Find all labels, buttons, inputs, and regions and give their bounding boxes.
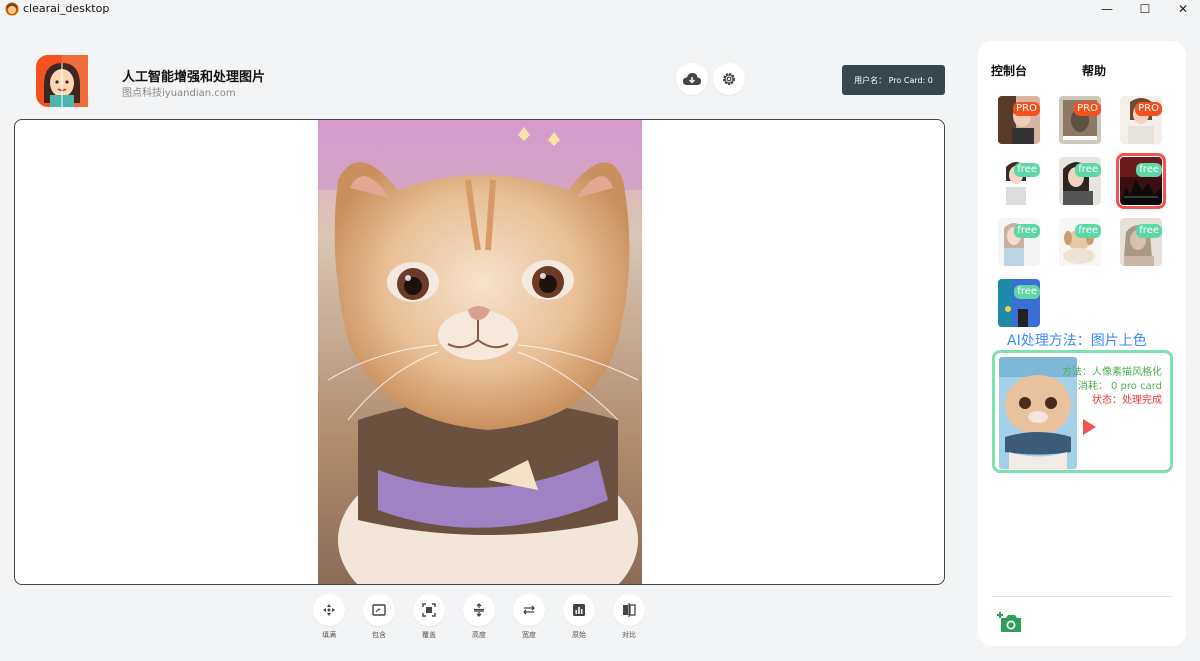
model-thumb-10[interactable]: free (998, 279, 1040, 327)
user-badge[interactable]: 用户名： Pro Card: 0 (842, 65, 945, 95)
free-badge: free (1136, 224, 1162, 238)
tool-width-label: 宽度 (522, 631, 536, 639)
tool-contain-label: 包含 (372, 631, 386, 639)
model-thumb-3[interactable]: PRO (1120, 96, 1162, 144)
free-badge: free (1014, 163, 1040, 177)
app-name: 人工智能增强和处理图片 (122, 70, 266, 85)
cloud-download-button[interactable] (676, 63, 708, 95)
free-badge: free (1075, 163, 1101, 177)
tool-compare[interactable]: 对比 (613, 594, 645, 640)
result-cost: 消耗： 0 pro card (1077, 381, 1162, 392)
play-icon[interactable] (1083, 419, 1096, 435)
tool-original-label: 原始 (572, 631, 586, 639)
cat-photo (318, 120, 642, 584)
model-thumb-6[interactable]: free (1116, 153, 1166, 209)
result-style: 方法：人像素描风格化 (1062, 367, 1162, 378)
add-photo-icon[interactable] (997, 610, 1023, 634)
width-icon (523, 605, 535, 615)
free-badge: free (1075, 224, 1101, 238)
result-card[interactable]: 方法：人像素描风格化 消耗： 0 pro card 状态：处理完成 (992, 350, 1173, 473)
result-status: 状态：处理完成 (1092, 395, 1162, 406)
pro-badge: PRO (1135, 102, 1162, 116)
tool-height[interactable]: 高度 (463, 594, 495, 640)
title-bar: clearai_desktop — ☐ ✕ (0, 0, 1200, 18)
app-logo (36, 55, 88, 107)
tool-fill-label: 填满 (322, 631, 336, 639)
model-thumb-4[interactable]: free (998, 157, 1040, 205)
maximize-button[interactable]: ☐ (1125, 0, 1165, 18)
panel-divider (992, 596, 1173, 597)
model-thumb-9[interactable]: free (1120, 218, 1162, 266)
tool-cover[interactable]: 覆盖 (413, 594, 445, 640)
app-icon (5, 2, 19, 16)
model-thumb-7[interactable]: free (998, 218, 1040, 266)
free-badge: free (1136, 163, 1162, 177)
free-badge: free (1014, 224, 1040, 238)
original-icon (573, 604, 585, 616)
cover-icon (422, 603, 436, 617)
image-canvas[interactable] (14, 119, 945, 585)
window-title: clearai_desktop (23, 2, 110, 15)
move-icon (323, 604, 335, 616)
compare-icon (623, 603, 636, 617)
tool-contain[interactable]: 包含 (363, 594, 395, 640)
cloud-download-icon (683, 73, 701, 85)
model-thumb-1[interactable]: PRO (998, 96, 1040, 144)
height-icon (474, 603, 484, 617)
minimize-button[interactable]: — (1087, 0, 1127, 18)
tool-fill[interactable]: 填满 (313, 594, 345, 640)
model-thumb-2[interactable]: PRO (1059, 96, 1101, 144)
tool-original[interactable]: 原始 (563, 594, 595, 640)
app-subtitle: 图点科技iyuandian.com (122, 88, 236, 99)
pro-badge: PRO (1074, 102, 1101, 116)
tab-console[interactable]: 控制台 (991, 62, 1027, 79)
tool-width[interactable]: 宽度 (513, 594, 545, 640)
model-thumb-5[interactable]: free (1059, 157, 1101, 205)
model-thumb-8[interactable]: free (1059, 218, 1101, 266)
free-badge: free (1014, 285, 1040, 299)
contain-icon (372, 604, 386, 616)
settings-button[interactable] (713, 63, 745, 95)
tab-help[interactable]: 帮助 (1082, 62, 1106, 79)
tool-cover-label: 覆盖 (422, 631, 436, 639)
tool-compare-label: 对比 (622, 631, 636, 639)
tool-height-label: 高度 (472, 631, 486, 639)
pro-badge: PRO (1013, 102, 1040, 116)
close-button[interactable]: ✕ (1163, 0, 1200, 18)
gear-icon (723, 73, 735, 85)
method-title: AI处理方法：图片上色 (1007, 333, 1147, 349)
